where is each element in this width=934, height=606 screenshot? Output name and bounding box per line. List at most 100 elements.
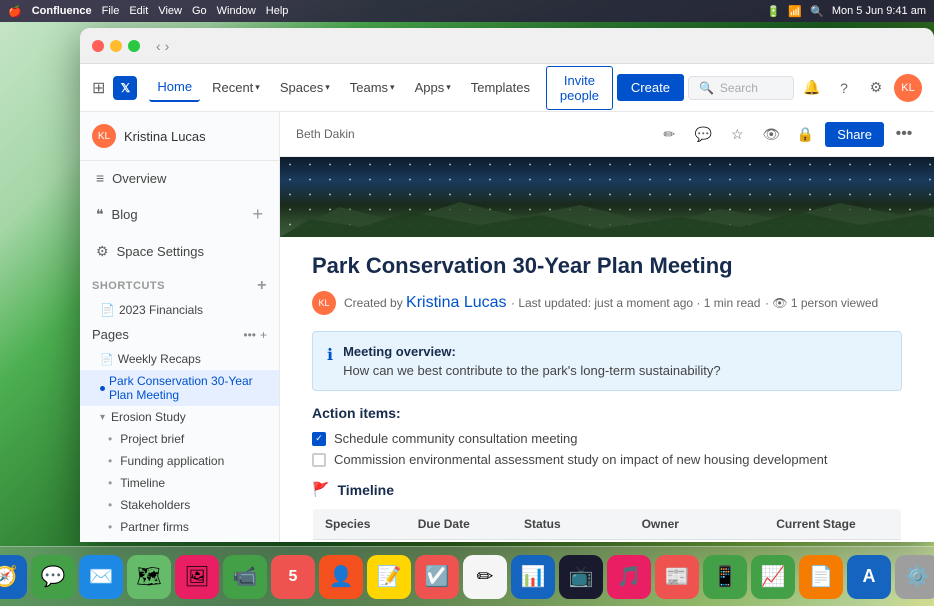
dock-contacts[interactable]: 👤 <box>319 555 363 599</box>
nav-teams[interactable]: Teams ▾ <box>342 74 403 101</box>
dock-numbers[interactable]: 📈 <box>751 555 795 599</box>
dock-settings[interactable]: ⚙️ <box>895 555 934 599</box>
author-name[interactable]: Kristina Lucas <box>406 294 507 311</box>
dock-safari[interactable]: 🧭 <box>0 555 27 599</box>
forward-button[interactable]: › <box>165 38 170 54</box>
back-button[interactable]: ‹ <box>156 38 161 54</box>
spaces-chevron: ▾ <box>325 82 330 93</box>
minimize-button[interactable] <box>110 40 122 52</box>
dock-keynote[interactable]: 📊 <box>511 555 555 599</box>
action-item-1-text: Schedule community consultation meeting <box>334 431 578 446</box>
page-item-stakeholders[interactable]: • Stakeholders <box>80 494 279 516</box>
close-button[interactable] <box>92 40 104 52</box>
settings-icon[interactable]: ⚙ <box>862 74 890 102</box>
nav-recent[interactable]: Recent ▾ <box>204 74 268 101</box>
pages-more-icon[interactable]: ••• <box>243 328 256 342</box>
apple-icon[interactable]: 🍎 <box>8 5 22 18</box>
menubar-file[interactable]: File <box>102 5 120 17</box>
restrict-icon[interactable]: 🔒 <box>791 120 819 148</box>
search-menubar-icon[interactable]: 🔍 <box>810 5 824 18</box>
checkbox-checked-icon[interactable]: ✓ <box>312 432 326 446</box>
wifi-icon: 📶 <box>788 5 802 18</box>
help-icon[interactable]: ? <box>830 74 858 102</box>
notifications-icon[interactable]: 🔔 <box>798 74 826 102</box>
bullet-icon3: • <box>108 476 112 490</box>
shortcut-doc-icon: 📄 <box>100 303 115 317</box>
traffic-lights <box>92 40 140 52</box>
sidebar-user-name: Kristina Lucas <box>124 129 206 144</box>
page-item-project-brief[interactable]: • Project brief <box>80 428 279 450</box>
sidebar-item-settings[interactable]: ⚙ Space Settings <box>84 235 275 268</box>
menubar-go[interactable]: Go <box>192 5 207 17</box>
page-item-partner-firms[interactable]: • Partner firms <box>80 516 279 538</box>
bullet-icon: • <box>108 432 112 446</box>
read-time: 1 min read <box>704 296 761 310</box>
search-box[interactable]: 🔍 Search <box>688 76 794 100</box>
page-item-park-conservation[interactable]: Park Conservation 30-Year Plan Meeting <box>80 370 279 406</box>
sidebar-item-blog[interactable]: ❝ Blog + <box>84 196 275 233</box>
page-item-funding-application[interactable]: • Funding application <box>80 450 279 472</box>
watch-icon[interactable]: 👁 <box>757 120 785 148</box>
page-item-weekly-recaps[interactable]: 📄 Weekly Recaps <box>80 348 279 370</box>
bullet-icon2: • <box>108 454 112 468</box>
confluence-toolbar: ⊞ 𝕏 Home Recent ▾ Spaces ▾ Teams ▾ Apps … <box>80 64 934 112</box>
share-button[interactable]: Share <box>825 122 884 147</box>
pages-add-icon[interactable]: + <box>260 328 267 342</box>
nav-spaces[interactable]: Spaces ▾ <box>272 74 338 101</box>
browser-chrome: ‹ › <box>80 28 934 64</box>
invite-people-button[interactable]: Invite people <box>546 66 613 110</box>
dock-news[interactable]: 📰 <box>655 555 699 599</box>
nav-home[interactable]: Home <box>149 73 200 102</box>
dock-music[interactable]: 🎵 <box>607 555 651 599</box>
grid-icon[interactable]: ⊞ <box>92 78 105 98</box>
star-icon[interactable]: ☆ <box>723 120 751 148</box>
last-updated: · Last updated: just a moment ago · <box>511 296 704 310</box>
more-actions-icon[interactable]: ••• <box>890 120 918 148</box>
dock-reminders[interactable]: ☑️ <box>415 555 459 599</box>
dock-messages[interactable]: 💬 <box>31 555 75 599</box>
user-avatar[interactable]: KL <box>894 74 922 102</box>
dock-tv[interactable]: 📺 <box>559 555 603 599</box>
action-item-2: Commission environmental assessment stud… <box>312 452 902 467</box>
menubar-left: 🍎 Confluence File Edit View Go Window He… <box>8 5 288 18</box>
sidebar-shortcut-financials[interactable]: 📄 2023 Financials <box>80 299 279 321</box>
checkbox-unchecked-icon[interactable] <box>312 453 326 467</box>
dock-calendar[interactable]: 5 <box>271 555 315 599</box>
dock-appstore[interactable]: A <box>847 555 891 599</box>
dock-phone[interactable]: 📱 <box>703 555 747 599</box>
dock-maps[interactable]: 🗺 <box>127 555 171 599</box>
shortcuts-add-button[interactable]: + <box>257 277 267 295</box>
confluence-logo[interactable]: 𝕏 <box>113 76 137 100</box>
menubar-window[interactable]: Window <box>217 5 256 17</box>
meta-text-area: Created by Kristina Lucas · Last updated… <box>344 294 878 312</box>
page-item-timeline[interactable]: • Timeline <box>80 472 279 494</box>
shortcuts-section: SHORTCUTS + <box>80 269 279 299</box>
nav-templates[interactable]: Templates <box>463 74 538 101</box>
page-item-11-agendas[interactable]: ▾ 1:1 Agendas <box>80 538 279 542</box>
menubar-edit[interactable]: Edit <box>129 5 148 17</box>
owner-1: @Rigo Rangel <box>630 540 765 543</box>
dock-facetime[interactable]: 📹 <box>223 555 267 599</box>
views: · 👁 1 person viewed <box>765 296 878 310</box>
dock-photos[interactable]: 🖼 <box>175 555 219 599</box>
table-header-row: Species Due Date Status Owner Current St… <box>313 509 902 540</box>
create-button[interactable]: Create <box>617 74 684 101</box>
page-item-erosion-study[interactable]: ▾ Erosion Study <box>80 406 279 428</box>
edit-icon[interactable]: ✏ <box>655 120 683 148</box>
menubar-view[interactable]: View <box>158 5 182 17</box>
dock-notes[interactable]: 📝 <box>367 555 411 599</box>
dock-pages[interactable]: 📄 <box>799 555 843 599</box>
sidebar-item-overview[interactable]: ≡ Overview <box>84 162 275 194</box>
blog-add-icon[interactable]: + <box>252 204 263 225</box>
dock-mail[interactable]: ✉️ <box>79 555 123 599</box>
hero-mountains <box>280 197 934 237</box>
menubar-help[interactable]: Help <box>266 5 289 17</box>
maximize-button[interactable] <box>128 40 140 52</box>
comment-icon[interactable]: 💬 <box>689 120 717 148</box>
nav-apps[interactable]: Apps ▾ <box>407 74 459 101</box>
page-header-bar: Beth Dakin ✏ 💬 ☆ 👁 🔒 Share ••• <box>280 112 934 157</box>
timeline-label: Timeline <box>337 482 394 498</box>
dock-freeform[interactable]: ✏ <box>463 555 507 599</box>
col-status: Status <box>512 509 630 540</box>
page-title: Park Conservation 30-Year Plan Meeting <box>312 253 902 279</box>
